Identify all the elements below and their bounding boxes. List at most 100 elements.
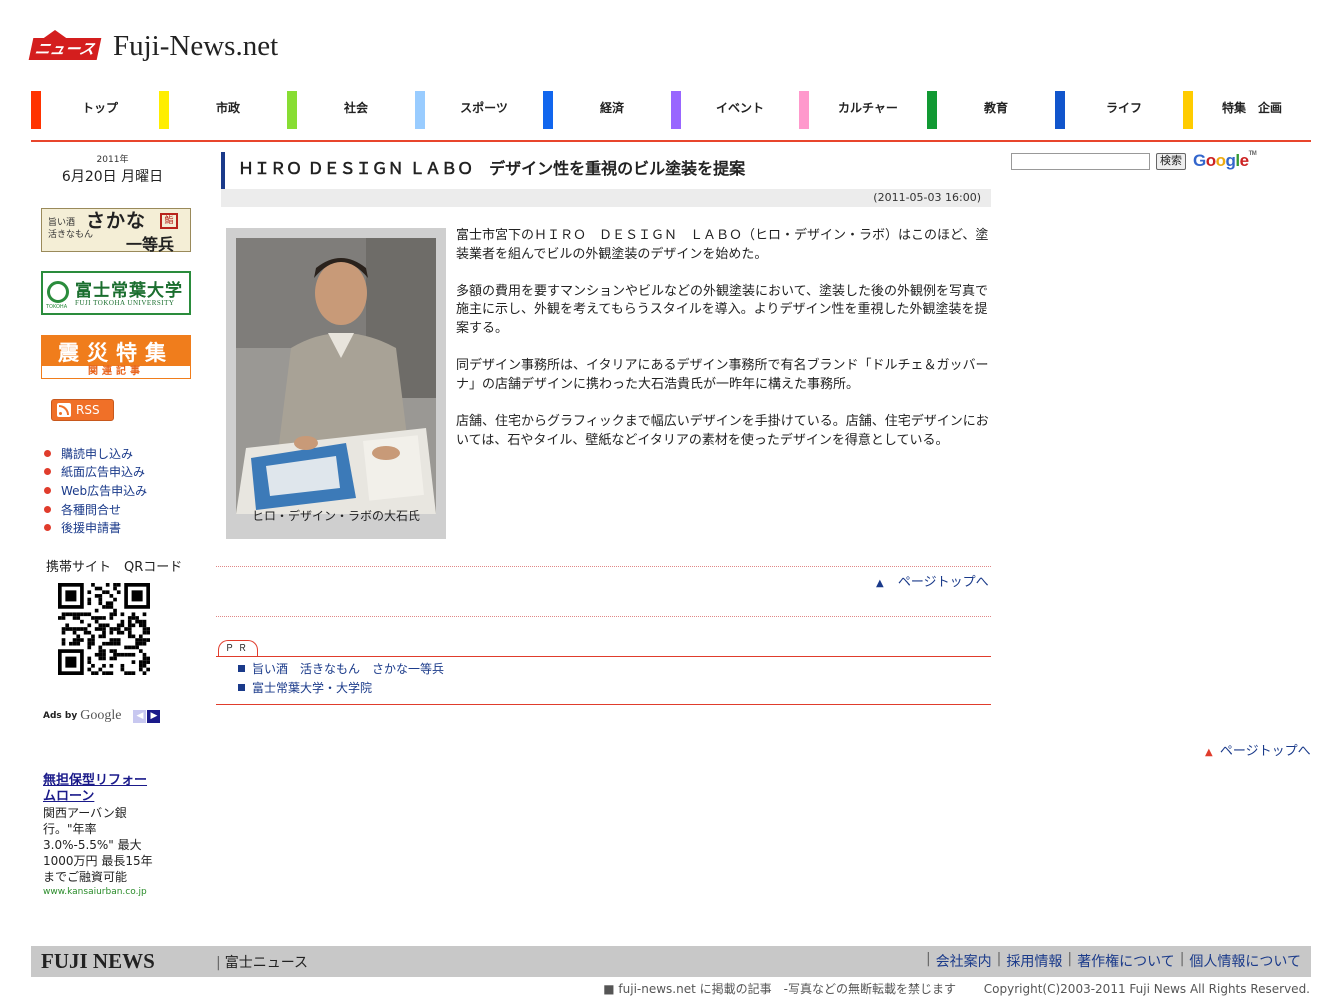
pr-links: 旨い酒 活きなもん さかな一等兵 富士常葉大学・大学院 bbox=[238, 659, 444, 697]
footer-subtitle-text: 富士ニュース bbox=[224, 955, 309, 971]
tokoha-logo-icon bbox=[47, 281, 69, 303]
nav-item-label: ライフ bbox=[1105, 101, 1142, 115]
rss-label: RSS bbox=[76, 403, 100, 417]
nav-item-label: 経済 bbox=[599, 101, 624, 115]
divider bbox=[216, 566, 991, 567]
nav-item-label: 特集 企画 bbox=[1221, 101, 1282, 115]
sidebar-link-item[interactable]: 各種問合せ bbox=[44, 500, 147, 519]
article-body: 富士市宮下のＨＩＲＯ ＤＥＳＩＧＮ ＬＡＢＯ（ヒロ・デザイン・ラボ）はこのほど、… bbox=[456, 227, 991, 469]
site-header: ニュース Fuji-News.net bbox=[28, 26, 278, 66]
google-letter: o bbox=[1205, 151, 1216, 170]
site-logo[interactable]: ニュース bbox=[28, 30, 102, 62]
nav-item[interactable]: 社会 bbox=[287, 91, 415, 129]
ads-by-google: Ads by Google ◀ ▶ bbox=[43, 708, 161, 724]
earthquake-special-banner[interactable]: 震災特集 関連記事 bbox=[41, 335, 191, 379]
nav-color-bar bbox=[31, 91, 41, 129]
page-top-link-right[interactable]: ▲ ページトップへ bbox=[1205, 740, 1311, 759]
sakana-title: さかな bbox=[86, 210, 147, 232]
nav-item-label: スポーツ bbox=[460, 101, 508, 115]
sidebar-link-item[interactable]: 後援申請書 bbox=[44, 518, 147, 537]
page-top-link[interactable]: ▲ ページトップへ bbox=[876, 571, 989, 590]
nav-color-bar bbox=[1055, 91, 1065, 129]
pr-item[interactable]: 旨い酒 活きなもん さかな一等兵 bbox=[238, 659, 444, 678]
pr-divider bbox=[216, 656, 991, 657]
nav-color-bar bbox=[927, 91, 937, 129]
bullet-icon bbox=[44, 468, 51, 476]
rss-icon bbox=[57, 403, 71, 417]
google-logo: GoogleTM bbox=[1193, 151, 1257, 171]
sidebar-link[interactable]: 紙面広告申込み bbox=[61, 463, 145, 480]
nav-item[interactable]: 経済 bbox=[543, 91, 671, 129]
search-button[interactable]: 検索 bbox=[1156, 153, 1186, 170]
pr-link[interactable]: 旨い酒 活きなもん さかな一等兵 bbox=[252, 660, 444, 677]
fuji-tokoha-university-banner[interactable]: TOKOHA 富士常葉大学 FUJI TOKOHA UNIVERSITY bbox=[41, 271, 191, 315]
qr-code bbox=[58, 583, 150, 675]
rss-button[interactable]: RSS bbox=[51, 399, 114, 421]
sakana-subtitle: 一等兵 bbox=[126, 235, 175, 254]
pr-item[interactable]: 富士常葉大学・大学院 bbox=[238, 678, 444, 697]
footer-link-recruit[interactable]: 採用情報 bbox=[1006, 951, 1062, 971]
google-letter: e bbox=[1239, 151, 1249, 170]
nav-item[interactable]: カルチャー bbox=[799, 91, 927, 129]
nav-item[interactable]: イベント bbox=[671, 91, 799, 129]
current-year: 2011年 bbox=[96, 155, 129, 165]
nav-item[interactable]: 教育 bbox=[927, 91, 1055, 129]
shinsai-subtitle: 関連記事 bbox=[41, 365, 191, 379]
nav-item[interactable]: ライフ bbox=[1055, 91, 1183, 129]
ad-title-link[interactable]: 無担保型リフォームローン bbox=[43, 773, 153, 805]
ad-next-icon[interactable]: ▶ bbox=[147, 709, 161, 723]
pr-divider-bottom bbox=[216, 704, 991, 705]
nav-item[interactable]: トップ bbox=[31, 91, 159, 129]
ads-by-label: Ads by bbox=[43, 711, 78, 721]
main-nav: トップ 市政 社会 スポーツ 経済 イベント カルチャー 教育 ライフ 特集 企画 bbox=[31, 91, 1311, 129]
sidebar-links: 購読申し込み 紙面広告申込み Web広告申込み 各種問合せ 後援申請書 bbox=[44, 444, 147, 537]
nav-color-bar bbox=[415, 91, 425, 129]
footer-link-privacy[interactable]: 個人情報について bbox=[1189, 951, 1301, 971]
nav-color-bar bbox=[799, 91, 809, 129]
up-arrow-icon: ▲ bbox=[876, 578, 884, 589]
tokoha-name-en: FUJI TOKOHA UNIVERSITY bbox=[75, 299, 175, 307]
nav-item-label: イベント bbox=[715, 101, 764, 115]
nav-item-label: カルチャー bbox=[838, 101, 898, 115]
divider bbox=[216, 616, 991, 617]
footer-brand: FUJI NEWS bbox=[41, 949, 155, 973]
nav-color-bar bbox=[671, 91, 681, 129]
nav-item-label: トップ bbox=[81, 101, 118, 115]
bullet-icon bbox=[44, 524, 51, 532]
footer-bar: FUJI NEWS | 富士ニュース | 会社案内 | 採用情報 | 著作権について |… bbox=[31, 946, 1311, 977]
footer-link-company[interactable]: 会社案内 bbox=[936, 951, 992, 971]
ads-google-label: Google bbox=[80, 708, 122, 723]
sakana-ittouhei-banner[interactable]: 旨い酒 活きなもん さかな 一等兵 鮨 bbox=[41, 208, 191, 254]
pr-link[interactable]: 富士常葉大学・大学院 bbox=[252, 679, 372, 696]
sidebar-link-item[interactable]: Web広告申込み bbox=[44, 481, 147, 500]
tokoha-small-text: TOKOHA bbox=[46, 304, 68, 310]
sidebar-link-item[interactable]: 購読申し込み bbox=[44, 444, 147, 463]
square-bullet-icon bbox=[238, 684, 245, 691]
sidebar-link[interactable]: 各種問合せ bbox=[61, 501, 121, 518]
article-title: ＨＩＲＯ ＤＥＳＩＧＮ ＬＡＢＯ デザイン性を重視のビル塗装を提案 bbox=[221, 152, 991, 189]
current-date: 6月20日 月曜日 bbox=[61, 169, 164, 185]
article-paragraph: 富士市宮下のＨＩＲＯ ＤＥＳＩＧＮ ＬＡＢＯ（ヒロ・デザイン・ラボ）はこのほど、… bbox=[456, 228, 989, 262]
pr-label: ＰＲ bbox=[218, 640, 258, 657]
ad-url[interactable]: www.kansaiurban.co.jp bbox=[43, 885, 153, 899]
site-name[interactable]: Fuji-News.net bbox=[113, 30, 278, 63]
reprint-notice: ■ fuji-news.net に掲載の記事 -写真などの無断転載を禁じます bbox=[603, 982, 956, 996]
text-ad: 無担保型リフォームローン 関西アーバン銀行。"年率3.0%-5.5%" 最大10… bbox=[43, 773, 153, 899]
nav-item[interactable]: 特集 企画 bbox=[1183, 91, 1311, 129]
sidebar-link[interactable]: 購読申し込み bbox=[61, 445, 133, 462]
sidebar-link[interactable]: 後援申請書 bbox=[61, 519, 121, 536]
nav-item[interactable]: スポーツ bbox=[415, 91, 543, 129]
article-date: (2011-05-03 16:00) bbox=[221, 189, 991, 207]
nav-item-label: 社会 bbox=[343, 101, 368, 115]
footer-subtitle: | 富士ニュース bbox=[216, 955, 309, 971]
search-input[interactable] bbox=[1011, 153, 1150, 170]
bullet-icon bbox=[44, 505, 51, 513]
nav-item[interactable]: 市政 bbox=[159, 91, 287, 129]
footer-link-copyright[interactable]: 著作権について bbox=[1077, 951, 1175, 971]
ad-prev-icon[interactable]: ◀ bbox=[133, 709, 147, 723]
sidebar-link-item[interactable]: 紙面広告申込み bbox=[44, 463, 147, 482]
sidebar-link[interactable]: Web広告申込み bbox=[61, 482, 147, 499]
nav-color-bar bbox=[1183, 91, 1193, 129]
google-tm: TM bbox=[1248, 151, 1257, 157]
nav-item-label: 教育 bbox=[983, 101, 1008, 115]
